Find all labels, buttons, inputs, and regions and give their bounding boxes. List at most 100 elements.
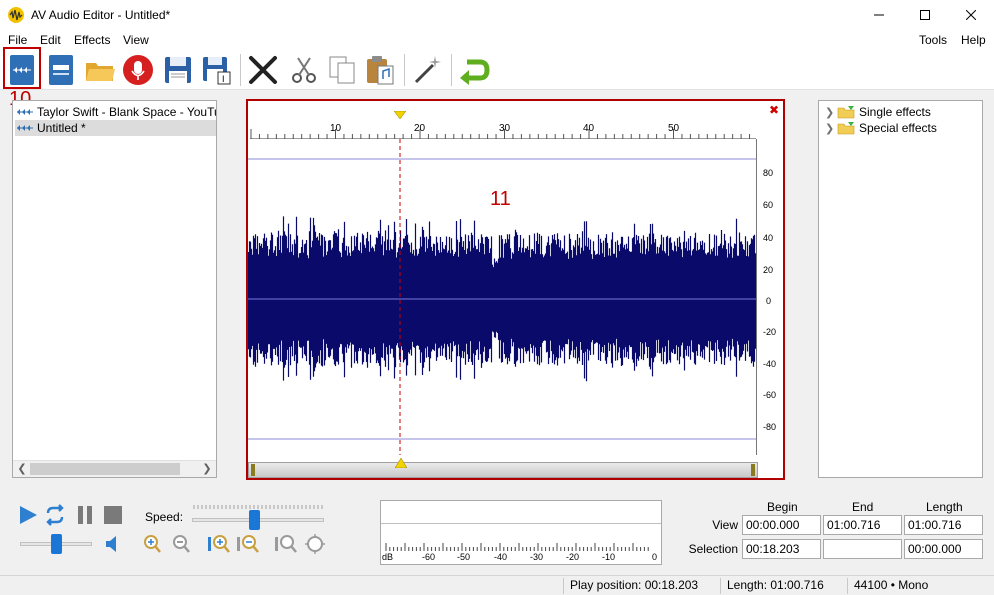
position-marker-icon[interactable] xyxy=(395,458,407,468)
status-length: Length: 01:00.716 xyxy=(720,578,824,594)
scroll-left-icon[interactable]: ❮ xyxy=(15,462,29,476)
maximize-button[interactable] xyxy=(902,0,948,30)
status-format: 44100 • Mono xyxy=(847,578,928,594)
scrollbar-thumb[interactable] xyxy=(30,463,180,475)
open-file-button[interactable] xyxy=(82,52,118,88)
loop-icon[interactable] xyxy=(44,504,66,526)
waveform-canvas[interactable] xyxy=(248,139,756,455)
length-header: Length xyxy=(926,500,963,514)
undo-button[interactable] xyxy=(456,52,492,88)
scroll-handle-left[interactable] xyxy=(251,464,255,476)
menu-tools[interactable]: Tools xyxy=(919,33,947,47)
selection-begin-field[interactable]: 00:18.203 xyxy=(742,539,821,559)
view-length-field[interactable]: 01:00.716 xyxy=(904,515,983,535)
menu-view[interactable]: View xyxy=(123,33,149,47)
menu-effects[interactable]: Effects xyxy=(74,33,110,47)
scale-label: 40 xyxy=(763,233,774,243)
zoom-fit-icon[interactable] xyxy=(303,534,327,554)
chevron-right-icon[interactable]: ❯ xyxy=(825,106,837,119)
scroll-handle-right[interactable] xyxy=(751,464,755,476)
meter-label: 0 xyxy=(652,552,658,562)
maximize-icon xyxy=(920,10,930,20)
save-button[interactable] xyxy=(160,52,196,88)
new-session-button[interactable] xyxy=(44,52,80,88)
selection-length-field[interactable]: 00:00.000 xyxy=(904,539,983,559)
meter-label: dB xyxy=(382,552,394,562)
scale-label: -20 xyxy=(763,327,777,337)
record-button[interactable] xyxy=(120,52,156,88)
menu-file[interactable]: File xyxy=(8,33,27,47)
annotation-label-11: 11 xyxy=(490,188,511,210)
file-list-item-selected[interactable]: Untitled * xyxy=(15,120,216,136)
meter-label: -50 xyxy=(457,552,471,562)
file-list-scrollbar[interactable]: ❮ ❯ xyxy=(13,460,216,477)
play-icon[interactable] xyxy=(17,504,39,526)
close-waveform-icon[interactable]: ✖ xyxy=(769,103,779,117)
close-button[interactable] xyxy=(948,0,994,30)
selection-end-field[interactable] xyxy=(823,539,902,559)
meter-label: -20 xyxy=(566,552,580,562)
microphone-icon xyxy=(123,55,153,85)
waveform-panel[interactable]: ✖ 10 20 30 40 50 11 80 60 40 20 0 -20 -4… xyxy=(246,99,785,480)
view-end-field[interactable]: 01:00.716 xyxy=(823,515,902,535)
copy-icon xyxy=(329,56,355,84)
folder-effects-icon xyxy=(837,106,855,119)
speed-slider-thumb[interactable] xyxy=(249,510,260,530)
waveform-scrollbar[interactable] xyxy=(248,458,758,478)
audio-file-icon xyxy=(17,109,33,115)
window-title: AV Audio Editor - Untitled* xyxy=(31,8,171,22)
effects-wand-button[interactable] xyxy=(409,52,445,88)
zoom-out-selection-icon[interactable] xyxy=(236,534,260,554)
selection-label: Selection xyxy=(688,542,738,556)
pause-icon[interactable] xyxy=(74,504,96,526)
app-icon xyxy=(8,7,24,23)
save-as-icon: I xyxy=(203,57,231,85)
scroll-right-icon[interactable]: ❯ xyxy=(200,462,214,476)
playhead-marker-icon[interactable] xyxy=(394,111,406,119)
chevron-right-icon[interactable]: ❯ xyxy=(825,122,837,135)
tree-item-special-effects[interactable]: ❯ Special effects xyxy=(825,120,937,136)
paste-button[interactable] xyxy=(362,52,398,88)
tree-item-single-effects[interactable]: ❯ Single effects xyxy=(825,104,931,120)
speaker-icon[interactable] xyxy=(104,534,122,554)
annotation-highlight-box xyxy=(3,47,41,89)
amplitude-scale: 80 60 40 20 0 -20 -40 -60 -80 xyxy=(756,139,783,455)
magic-wand-icon xyxy=(414,56,441,84)
meter-label: -30 xyxy=(530,552,544,562)
folder-effects-icon xyxy=(837,122,855,135)
zoom-in-icon[interactable] xyxy=(142,534,162,554)
audio-file-icon xyxy=(17,125,33,131)
scale-label: 0 xyxy=(766,296,772,306)
stop-icon[interactable] xyxy=(102,504,124,526)
menu-bar: File Edit Effects View Tools Help xyxy=(0,30,994,50)
file-list-item[interactable]: Taylor Swift - Blank Space - YouTube xyxy=(15,104,216,120)
cut-button[interactable] xyxy=(286,52,322,88)
copy-button[interactable] xyxy=(324,52,360,88)
cross-cut-icon xyxy=(249,56,277,84)
menu-edit[interactable]: Edit xyxy=(40,33,61,47)
floppy-disk-icon xyxy=(165,57,191,83)
document-icon xyxy=(49,55,73,85)
scale-label: 20 xyxy=(763,265,774,275)
save-as-button[interactable]: I xyxy=(198,52,234,88)
speed-slider-ticks xyxy=(193,505,323,509)
effects-tree-panel: ❯ Single effects ❯ Special effects xyxy=(818,100,983,478)
toolbar: I xyxy=(0,50,994,90)
scale-label: -60 xyxy=(763,390,777,400)
minimize-button[interactable] xyxy=(856,0,902,30)
status-bar: Play position: 00:18.203 Length: 01:00.7… xyxy=(0,575,994,595)
zoom-in-selection-icon[interactable] xyxy=(207,534,231,554)
scale-label: -40 xyxy=(763,359,777,369)
undo-icon xyxy=(460,59,490,85)
zoom-out-icon[interactable] xyxy=(171,534,191,554)
time-ruler[interactable]: 10 20 30 40 50 xyxy=(250,121,756,139)
scale-label: 80 xyxy=(763,168,774,178)
zoom-full-icon[interactable] xyxy=(274,534,298,554)
volume-slider-thumb[interactable] xyxy=(51,534,62,554)
tree-item-label: Special effects xyxy=(859,121,937,135)
toolbar-separator xyxy=(451,54,452,86)
delete-button[interactable] xyxy=(245,52,281,88)
view-begin-field[interactable]: 00:00.000 xyxy=(742,515,821,535)
menu-help[interactable]: Help xyxy=(961,33,986,47)
meter-label: -10 xyxy=(602,552,616,562)
